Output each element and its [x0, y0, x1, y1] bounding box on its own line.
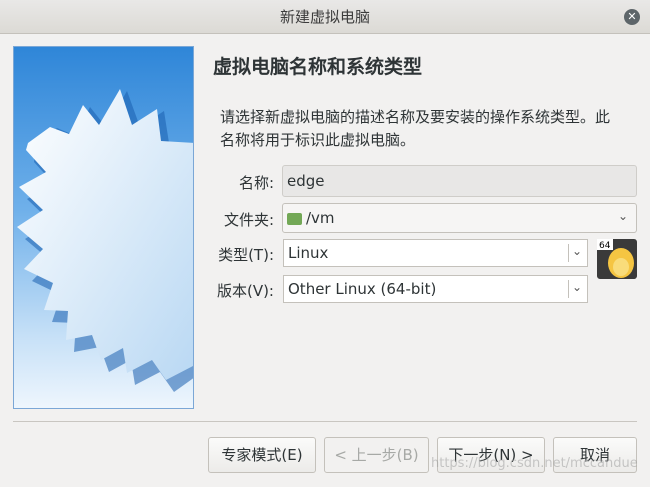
version-value: Other Linux (64-bit) — [288, 280, 437, 298]
folder-icon — [287, 213, 302, 225]
chevron-down-icon: ⌄ — [617, 209, 628, 223]
chevron-down-icon: ⌄ — [571, 280, 582, 294]
combo-separator — [568, 280, 569, 298]
linux-os-icon: 64 — [597, 239, 637, 279]
chevron-down-icon: ⌄ — [571, 244, 582, 258]
type-label: 类型(T): — [218, 246, 274, 264]
window-title: 新建虚拟电脑 — [279, 8, 370, 26]
footer-divider — [13, 421, 637, 422]
back-button[interactable]: < 上一步(B) — [324, 437, 429, 473]
close-icon[interactable]: ✕ — [624, 9, 640, 25]
folder-label: 文件夹: — [223, 211, 274, 229]
title-bar: 新建虚拟电脑 ✕ — [0, 0, 650, 34]
name-field[interactable]: edge — [282, 165, 637, 197]
type-select[interactable]: Linux ⌄ — [283, 239, 588, 267]
watermark: https://blog.csdn.net/mccandue — [431, 456, 638, 471]
os-icon-badge: 64 — [599, 241, 611, 251]
name-label: 名称: — [238, 174, 274, 192]
page-description: 请选择新虚拟电脑的描述名称及要安装的操作系统类型。此名称将用于标识此虚拟电脑。 — [220, 108, 611, 149]
version-select[interactable]: Other Linux (64-bit) ⌄ — [283, 275, 588, 303]
version-label: 版本(V): — [216, 282, 274, 300]
page-title: 虚拟电脑名称和系统类型 — [213, 56, 423, 78]
expert-mode-button[interactable]: 专家模式(E) — [208, 437, 316, 473]
folder-value: /vm — [306, 209, 335, 227]
star-graphic — [17, 89, 193, 392]
folder-select[interactable]: /vm ⌄ — [282, 203, 637, 233]
combo-separator — [568, 244, 569, 262]
wizard-banner-image — [13, 46, 194, 409]
type-value: Linux — [288, 244, 329, 262]
